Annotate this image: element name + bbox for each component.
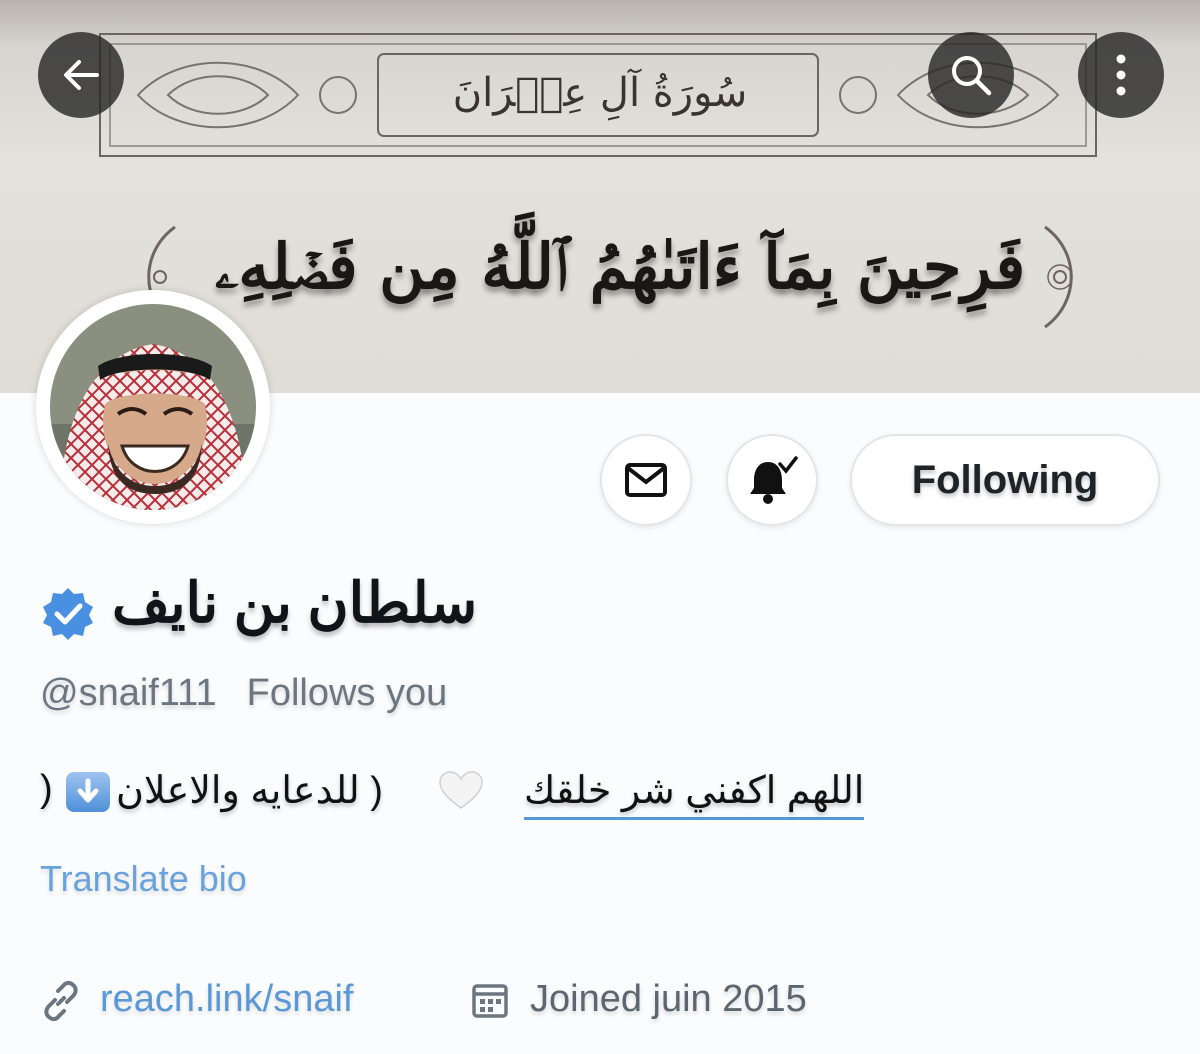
- join-date: Joined juin 2015: [530, 978, 807, 1020]
- handle-row: @snaif111 Follows you: [40, 672, 447, 715]
- search-icon: [952, 56, 992, 96]
- white-heart-icon: [439, 771, 483, 809]
- bio-prayer-text[interactable]: اللهم اكفني شر خلقك: [524, 768, 865, 820]
- user-handle: @snaif111: [40, 672, 217, 714]
- profile-avatar[interactable]: [36, 290, 270, 524]
- search-button[interactable]: [928, 32, 1014, 118]
- banner-surah-title: سُورَةُ آلِ عِمۡرَانَ: [452, 70, 748, 116]
- link-icon: [44, 980, 78, 1022]
- profile-bio: ) ( للدعايه والاعلان اللهم اكفني شر خلقك: [40, 768, 865, 828]
- display-name: سلطان بن نايف: [112, 571, 478, 634]
- website-link[interactable]: reach.link/snaif: [100, 978, 353, 1021]
- more-vertical-icon: [1116, 54, 1126, 96]
- back-button[interactable]: [38, 32, 124, 118]
- notifications-button[interactable]: [726, 434, 818, 526]
- arrow-left-icon: [64, 60, 99, 90]
- verified-badge-icon: [43, 588, 93, 640]
- calendar-icon: [472, 984, 508, 1018]
- message-button[interactable]: [600, 434, 692, 526]
- bell-icon: [750, 456, 798, 504]
- bio-advertising-text: ( للدعايه والاعلان: [116, 770, 383, 812]
- follows-you-label: Follows you: [246, 672, 448, 714]
- more-options-button[interactable]: [1078, 32, 1164, 118]
- verse-ornament-right: [1044, 225, 1073, 329]
- down-arrow-icon: [66, 772, 110, 812]
- banner-verse-text: فَرِحِينَ بِمَآ ءَاتَىٰهُمُ ٱللَّهُ مِن …: [214, 230, 1026, 303]
- following-button[interactable]: Following: [850, 434, 1160, 526]
- translate-bio-link[interactable]: Translate bio: [40, 858, 247, 900]
- bio-close-paren: ): [40, 768, 53, 810]
- envelope-icon: [625, 463, 667, 497]
- avatar-photo: [50, 304, 256, 510]
